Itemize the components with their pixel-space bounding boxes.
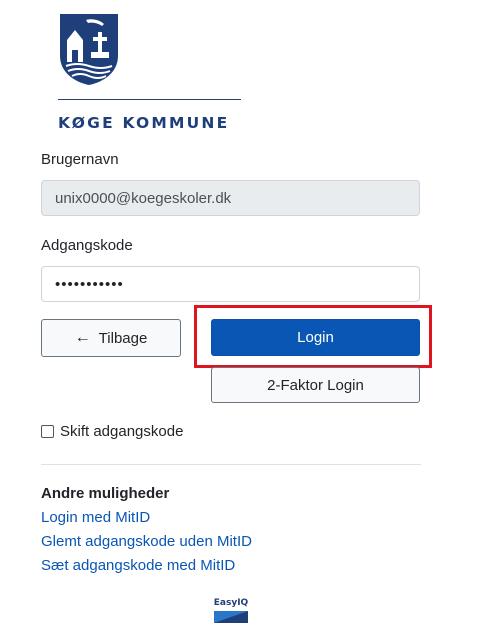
logo-divider bbox=[58, 99, 241, 100]
section-divider bbox=[41, 464, 421, 465]
back-button[interactable]: ← Tilbage bbox=[41, 319, 181, 357]
easyiq-logo-text: EasyIQ bbox=[213, 598, 249, 608]
easyiq-mark-icon bbox=[214, 611, 248, 623]
username-label: Brugernavn bbox=[41, 151, 119, 168]
username-field[interactable]: unix0000@koegeskoler.dk bbox=[41, 180, 420, 216]
change-password-checkbox[interactable] bbox=[41, 425, 54, 438]
password-field[interactable]: ••••••••••• bbox=[41, 266, 420, 302]
two-factor-login-button[interactable]: 2-Faktor Login bbox=[211, 367, 420, 403]
back-button-label: Tilbage bbox=[98, 329, 148, 347]
koege-coat-of-arms-icon bbox=[60, 14, 118, 85]
mitid-login-link[interactable]: Login med MitID bbox=[41, 509, 150, 526]
other-options-title: Andre muligheder bbox=[41, 485, 170, 502]
change-password-option[interactable]: Skift adgangskode bbox=[41, 423, 183, 440]
easyiq-logo: EasyIQ bbox=[211, 598, 251, 628]
change-password-label: Skift adgangskode bbox=[60, 423, 184, 440]
password-label: Adgangskode bbox=[41, 237, 133, 254]
set-password-link[interactable]: Sæt adgangskode med MitID bbox=[41, 557, 235, 574]
forgot-password-link[interactable]: Glemt adgangskode uden MitID bbox=[41, 533, 252, 550]
municipality-name: KØGE KOMMUNE bbox=[58, 114, 230, 132]
login-highlight-box bbox=[194, 305, 432, 368]
arrow-left-icon: ← bbox=[74, 329, 91, 346]
